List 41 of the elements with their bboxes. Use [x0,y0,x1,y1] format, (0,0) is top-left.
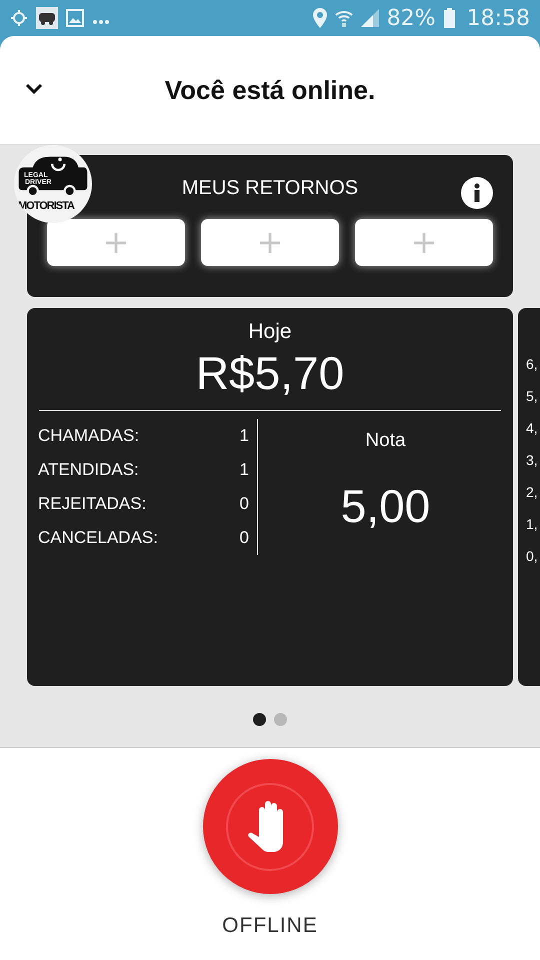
offline-label: OFFLINE [222,913,318,939]
axis-label: 4, [526,419,539,438]
stat-value: 1 [240,425,249,448]
add-return-button[interactable]: + [201,219,339,266]
add-return-button[interactable]: + [47,219,185,266]
axis-label: 5, [526,387,539,406]
battery-icon [444,8,455,28]
wifi-icon [334,9,353,27]
axis-label: 1, [526,515,539,534]
chevron-down-icon[interactable] [24,82,44,96]
stat-label: REJEITADAS: [38,493,146,516]
stat-label: CHAMADAS: [38,425,140,448]
earnings-amount: R$5,70 [196,346,344,398]
axis-label: 0, [526,547,539,566]
page-dot[interactable] [253,713,266,726]
stat-label: CANCELADAS: [38,527,158,550]
rating-value: 5,00 [340,480,430,532]
header-title: Você está online. [164,74,376,106]
battery-percent: 82% [386,4,436,32]
rating-label: Nota [365,430,406,452]
stat-value: 1 [240,459,249,482]
returns-title: MEUS RETORNOS [182,176,358,201]
logo-caption: MOTORISTA [18,201,74,212]
clock-time: 18:58 [466,4,530,32]
hand-icon [225,782,315,872]
axis-label: 6, [526,355,539,374]
axis-label: 3, [526,451,539,470]
car-app-icon [36,7,58,29]
signal-icon [360,9,379,27]
period-title: Hoje [248,320,292,343]
location-icon [312,8,327,28]
add-return-button[interactable]: + [355,219,493,266]
gps-icon [10,9,28,27]
stat-label: ATENDIDAS: [38,459,139,482]
page-dot[interactable] [274,713,287,726]
axis-label: 2, [526,483,539,502]
image-icon [66,9,84,27]
more-icon [92,19,110,25]
stat-value: 0 [240,493,249,516]
info-icon[interactable] [461,177,493,209]
stat-value: 0 [240,527,249,550]
